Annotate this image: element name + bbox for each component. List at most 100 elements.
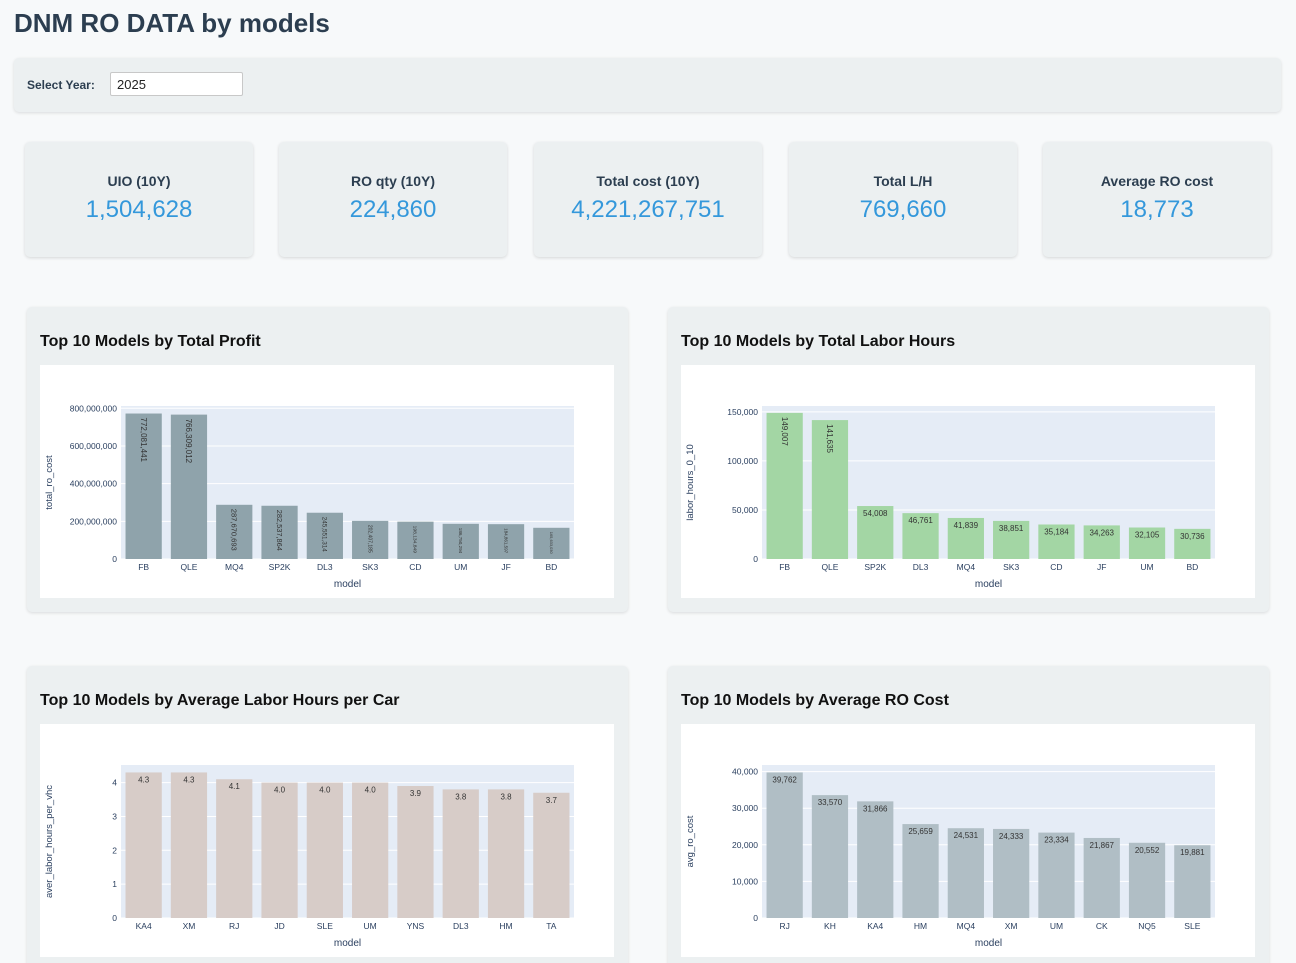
y-tick-label: 0	[112, 554, 117, 564]
x-axis-title: model	[975, 579, 1002, 590]
x-tick-label: KA4	[136, 921, 152, 931]
y-tick-label: 800,000,000	[70, 403, 118, 413]
x-tick-label: CK	[1096, 921, 1108, 931]
kpi-label: Total cost (10Y)	[596, 173, 700, 189]
x-tick-label: SP2K	[269, 562, 291, 572]
x-tick-label: FB	[138, 562, 149, 572]
y-tick-label: 40,000	[732, 767, 758, 777]
year-input[interactable]	[110, 72, 243, 96]
kpi-card-uio: UIO (10Y) 1,504,628	[25, 142, 253, 257]
kpi-value: 769,660	[859, 196, 947, 223]
kpi-label: Average RO cost	[1100, 173, 1214, 189]
kpi-label: RO qty (10Y)	[350, 173, 435, 189]
x-tick-label: NQ5	[1138, 921, 1156, 931]
data-label: 245,551,314	[321, 517, 328, 553]
data-label: 149,007	[780, 417, 789, 446]
data-label: 23,334	[1044, 836, 1069, 845]
chart-card-total-profit: Top 10 Models by Total Profit 0 200,000,0…	[27, 307, 628, 612]
bar	[352, 782, 389, 918]
data-label: 24,531	[954, 831, 979, 840]
x-tick-label: XM	[183, 921, 196, 931]
y-tick-label: 150,000	[727, 407, 758, 417]
kpi-card-total-lh: Total L/H 769,660	[789, 142, 1017, 257]
y-tick-label: 200,000,000	[70, 516, 118, 526]
data-label: 4.3	[138, 775, 150, 784]
x-axis-title: model	[334, 938, 361, 949]
x-tick-label: KA4	[867, 921, 883, 931]
x-tick-label: MQ4	[957, 921, 976, 931]
x-tick-label: RJ	[779, 921, 789, 931]
x-tick-label: KH	[824, 921, 836, 931]
x-tick-label: JF	[501, 562, 510, 572]
x-tick-label: MQ4	[957, 562, 976, 572]
data-label: 46,761	[908, 516, 933, 525]
kpi-card-avg-ro-cost: Average RO cost 18,773	[1043, 142, 1271, 257]
x-tick-label: DL3	[913, 562, 929, 572]
kpi-value: 18,773	[1120, 196, 1194, 223]
data-label: 24,333	[999, 832, 1024, 841]
x-tick-label: SLE	[317, 921, 333, 931]
y-tick-label: 3	[112, 811, 117, 821]
data-label: 4.3	[183, 775, 195, 784]
bar	[766, 772, 803, 918]
x-tick-label: YNS	[407, 921, 425, 931]
bar	[902, 824, 939, 918]
bar	[811, 795, 849, 918]
page-title: DNM RO DATA by models	[14, 8, 330, 38]
kpi-card-ro-qty: RO qty (10Y) 224,860	[279, 142, 507, 257]
data-label: 282,537,864	[275, 510, 284, 551]
chart-card-avg-ro-cost: Top 10 Models by Average RO Cost 0 10,000…	[668, 666, 1269, 963]
data-label: 3.8	[455, 792, 467, 801]
x-tick-label: FB	[779, 562, 790, 572]
x-tick-label: QLE	[821, 562, 838, 572]
chart-area: 0 200,000,000 400,000,000 600,000,000 800,00…	[40, 365, 614, 598]
x-tick-label: RJ	[229, 921, 239, 931]
chart-area: 0 1 2 3 4 KA4 4.3 XM 4.3 RJ 4.1 JD 4.0 SLE 4.0 UM 4.0 YNS…	[40, 724, 614, 957]
x-tick-label: BD	[545, 562, 557, 572]
data-label: 4.1	[229, 782, 241, 791]
x-tick-label: SP2K	[864, 562, 886, 572]
data-label: 3.9	[410, 789, 422, 798]
y-tick-label: 2	[112, 845, 117, 855]
y-axis-title: aver_labor_hours_per_vhc	[44, 785, 55, 898]
y-tick-label: 0	[112, 913, 117, 923]
bar	[442, 789, 479, 918]
data-label: 165,633,030	[549, 532, 554, 555]
x-tick-label: JD	[274, 921, 284, 931]
bar	[261, 782, 298, 918]
y-tick-label: 400,000,000	[70, 479, 118, 489]
kpi-label: UIO (10Y)	[107, 173, 171, 189]
bar	[397, 785, 434, 918]
x-tick-label: SK3	[362, 562, 378, 572]
chart-title: Top 10 Models by Total Labor Hours	[681, 333, 956, 350]
y-tick-label: 50,000	[732, 505, 758, 515]
data-label: 766,309,012	[184, 419, 193, 464]
data-label: 21,867	[1090, 841, 1115, 850]
y-tick-label: 4	[112, 778, 117, 788]
data-label: 4.0	[274, 786, 286, 795]
x-tick-label: BD	[1186, 562, 1198, 572]
x-tick-label: CD	[1050, 562, 1062, 572]
x-tick-label: JF	[1097, 562, 1106, 572]
kpi-value: 224,860	[349, 196, 437, 223]
x-tick-label: DL3	[453, 921, 469, 931]
data-label: 4.0	[365, 786, 377, 795]
bar	[487, 789, 525, 918]
bar	[1038, 832, 1075, 918]
x-tick-label: DL3	[317, 562, 333, 572]
chart-title: Top 10 Models by Average Labor Hours per…	[40, 692, 400, 709]
y-axis-title: total_ro_cost	[44, 455, 55, 510]
data-label: 19,881	[1180, 848, 1205, 857]
bar	[170, 772, 208, 918]
data-label: 141,635	[825, 424, 834, 453]
x-tick-label: TA	[546, 921, 557, 931]
chart-card-avg-labor-hours: Top 10 Models by Average Labor Hours per…	[27, 666, 628, 963]
bar-chart-avg-labor-hours: 0 1 2 3 4 KA4 4.3 XM 4.3 RJ 4.1 JD 4.0 SLE 4.0 UM 4.0 YNS…	[44, 765, 574, 949]
y-tick-label: 30,000	[732, 803, 758, 813]
kpi-value: 1,504,628	[85, 196, 193, 223]
y-axis-title: labor_hours_0_10	[685, 444, 696, 521]
bar-chart-avg-ro-cost: 0 10,000 20,000 30,000 40,000 RJ 39,762 KH 33,57…	[685, 765, 1215, 949]
data-label: 186,750,294	[458, 528, 463, 554]
bar	[306, 782, 343, 918]
data-label: 184,861,597	[503, 528, 508, 554]
